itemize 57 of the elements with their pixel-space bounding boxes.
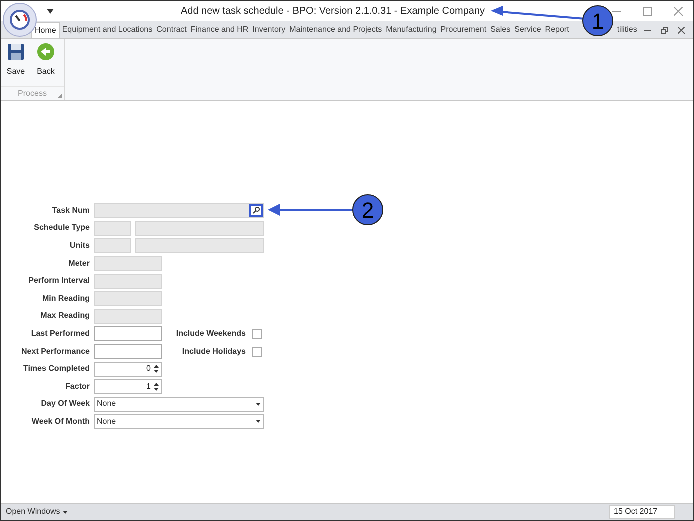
ribbon-tab[interactable]: Sales: [488, 22, 513, 38]
open-windows-button[interactable]: Open Windows: [6, 506, 68, 518]
checkbox-label: Include Holidays: [181, 346, 246, 358]
field-label: Week Of Month: [30, 416, 90, 428]
callout-badge: [582, 6, 614, 36]
field-label: Perform Interval: [28, 275, 90, 288]
dropdown-field[interactable]: None: [94, 396, 264, 412]
callout-number: 1: [592, 9, 604, 34]
field-label: Min Reading: [41, 292, 90, 305]
dropdown-arrow-icon[interactable]: [256, 402, 261, 406]
field-label: Factor: [64, 380, 90, 393]
ribbon-tab[interactable]: Finance and HR: [188, 22, 251, 38]
checkbox-label: Include Weekends: [175, 328, 246, 340]
date-field[interactable]: 15 Oct 2017: [609, 505, 675, 519]
ribbon-tab[interactable]: Service: [512, 22, 544, 38]
ribbon-tab[interactable]: Contract: [154, 22, 189, 38]
input-field[interactable]: [94, 344, 162, 360]
field-label: Times Completed: [22, 363, 90, 376]
ribbon-tab[interactable]: Equipment and Locations: [60, 22, 155, 38]
spinner-arrows-icon[interactable]: [154, 382, 159, 392]
dropdown-arrow-icon: [63, 510, 68, 514]
field-label: Meter: [68, 258, 90, 270]
field-label: Units: [69, 240, 90, 252]
close-icon[interactable]: [674, 6, 683, 16]
ribbon-tab[interactable]: tilities: [615, 22, 640, 38]
field-label: Last Performed: [30, 328, 90, 340]
checkbox[interactable]: [252, 328, 262, 339]
field-label: Next Performance: [20, 346, 90, 358]
ribbon-tab[interactable]: Manufacturing: [384, 22, 439, 38]
callout-number: 2: [362, 198, 374, 223]
close-icon[interactable]: [678, 26, 685, 34]
field-label: Schedule Type: [33, 222, 90, 234]
dropdown-arrow-icon[interactable]: [256, 420, 261, 424]
window-title: Add new task schedule - BPO: Version 2.1.0.31 - Example Company: [180, 4, 486, 18]
ribbon-button[interactable]: Back: [31, 41, 61, 79]
input-field[interactable]: [94, 326, 162, 342]
group-label: Process: [18, 88, 47, 100]
field-label: Task Num: [51, 204, 90, 217]
dropdown-arrow-icon[interactable]: [47, 8, 54, 14]
spinner-arrows-icon[interactable]: [154, 364, 159, 374]
ribbon-tab[interactable]: Maintenance and Projects: [288, 22, 384, 38]
checkbox[interactable]: [252, 346, 262, 357]
ribbon-tab[interactable]: Report: [543, 22, 572, 38]
maximize-icon[interactable]: [643, 6, 652, 16]
dropdown-field[interactable]: None: [94, 414, 264, 430]
ribbon-tab[interactable]: Home: [31, 22, 60, 38]
ribbon-tab[interactable]: Inventory: [250, 22, 288, 38]
callout-badge: [352, 194, 384, 226]
restore-icon[interactable]: [661, 26, 668, 34]
spin-field[interactable]: 0: [94, 362, 162, 377]
ribbon-button[interactable]: Save: [1, 41, 31, 79]
field-label: Max Reading: [40, 310, 90, 322]
field-label: Day Of Week: [40, 398, 90, 410]
dialog-launcher-icon[interactable]: [58, 94, 62, 98]
search-icon: [252, 207, 260, 214]
spin-field[interactable]: 1: [94, 379, 162, 394]
ribbon-tab[interactable]: Procurement: [438, 22, 489, 38]
